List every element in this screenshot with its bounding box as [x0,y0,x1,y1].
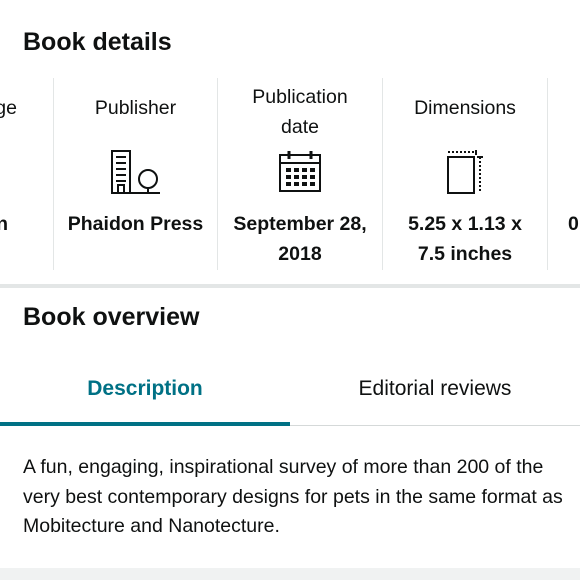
active-tab-indicator [0,422,290,426]
book-overview-title: Book overview [23,303,200,331]
detail-value: 5.25 x 1.13 x 7.5 inches [408,213,522,265]
detail-value: 0 [568,213,579,235]
detail-value: September 28, 2018 [233,213,367,265]
bottom-divider [0,568,580,580]
detail-label: Publication date [252,86,348,138]
detail-card-partial[interactable]: 0 [548,78,580,270]
detail-card-language[interactable]: ge n [0,78,52,270]
book-details-carousel[interactable]: ge n Publisher Phaidon Press Publication… [0,78,580,270]
building-tree-icon [110,149,162,200]
detail-label: Dimensions [414,97,516,119]
detail-label: Publisher [94,97,177,119]
detail-value: n [0,213,8,235]
tab-description[interactable]: Description [0,355,290,423]
detail-card-publisher[interactable]: Publisher Phaidon Press [54,78,217,270]
dimensions-icon [444,149,486,200]
detail-value: Phaidon Press [67,213,204,235]
calendar-icon [278,149,322,198]
overview-tabs: Description Editorial reviews [0,355,580,427]
book-description: A fun, engaging, inspirational survey of… [23,456,563,537]
section-separator [0,284,580,288]
detail-card-publication-date[interactable]: Publication date September 28, 2018 [218,78,382,270]
detail-label: ge [0,97,17,119]
detail-card-dimensions[interactable]: Dimensions 5.25 x 1.13 x 7.5 inches [383,78,547,270]
book-details-title: Book details [23,28,172,56]
tab-editorial-reviews[interactable]: Editorial reviews [290,355,580,423]
